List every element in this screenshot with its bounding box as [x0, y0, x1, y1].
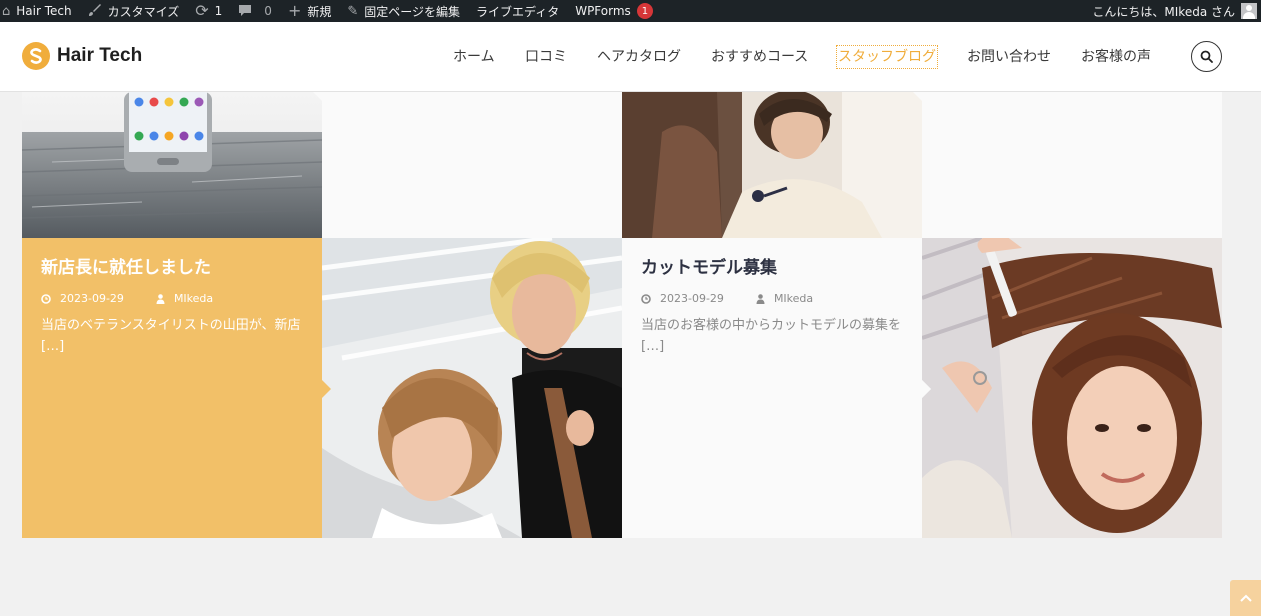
admin-wpforms-label: WPForms	[575, 4, 631, 18]
post-thumbnail-phone[interactable]	[22, 92, 322, 238]
clock-icon	[41, 293, 51, 304]
post-title[interactable]: カットモデル募集	[641, 257, 903, 279]
chevron-up-icon	[1239, 594, 1252, 602]
post-card-new-manager[interactable]: 新店長に就任しました 2023-09-29 MIkeda 当店のベテランスタイリ…	[22, 238, 322, 538]
post-author[interactable]: MIkeda	[756, 292, 813, 305]
salon-photo	[622, 92, 922, 238]
user-icon	[756, 293, 765, 304]
admin-new-label: 新規	[307, 4, 332, 19]
home-icon: ⌂	[2, 3, 11, 19]
admin-live-editor[interactable]: ライブエディタ	[468, 0, 567, 22]
admin-updates-count: 1	[214, 4, 223, 18]
stylist-photo	[322, 238, 622, 538]
admin-edit-page-label: 固定ページを編集	[364, 4, 461, 19]
admin-live-editor-label: ライブエディタ	[476, 4, 560, 19]
user-icon	[156, 293, 165, 304]
admin-site-name[interactable]: ⌂ Hair Tech	[0, 0, 80, 22]
nav-item-staff-blog[interactable]: スタッフブログ	[836, 45, 938, 69]
post-date: 2023-09-29	[660, 292, 724, 305]
post-excerpt: 当店のベテランスタイリストの山田が、新店 […]	[41, 318, 301, 354]
pencil-icon: ✎	[347, 3, 359, 19]
site-header: Hair Tech ホーム 口コミ ヘアカタログ おすすめコース スタッフブログ…	[0, 22, 1261, 92]
admin-updates[interactable]: ⟳ 1	[187, 0, 230, 22]
post-meta: 2023-09-29 MIkeda	[641, 292, 903, 305]
wpforms-notification-badge: 1	[636, 3, 654, 19]
admin-customize-label: カスタマイズ	[107, 4, 180, 19]
avatar	[1241, 3, 1257, 19]
post-thumbnail-haircut[interactable]	[922, 238, 1222, 538]
admin-site-name-label: Hair Tech	[16, 4, 72, 18]
plus-icon: +	[287, 1, 302, 20]
post-author-name: MIkeda	[773, 292, 814, 305]
nav-item-reviews[interactable]: 口コミ	[525, 47, 567, 67]
paintbrush-icon	[88, 3, 102, 20]
admin-my-account[interactable]: こんにちは、MIkeda さん	[1092, 3, 1261, 20]
post-thumbnail-salon[interactable]	[622, 92, 922, 238]
admin-wpforms[interactable]: WPForms 1	[567, 0, 661, 22]
admin-new[interactable]: + 新規	[280, 0, 339, 22]
admin-customize[interactable]: カスタマイズ	[80, 0, 188, 22]
post-card-empty-top	[322, 92, 622, 238]
post-excerpt: 当店のお客様の中からカットモデルの募集を […]	[641, 318, 902, 354]
refresh-icon: ⟳	[195, 1, 209, 20]
admin-comments-count: 0	[264, 4, 272, 18]
comment-icon	[238, 3, 252, 20]
clock-icon	[641, 293, 651, 304]
search-button[interactable]	[1191, 41, 1222, 72]
card-pointer	[313, 92, 331, 101]
haircut-photo	[922, 238, 1222, 538]
back-to-top-button[interactable]	[1230, 580, 1261, 616]
post-card-cut-model[interactable]: カットモデル募集 2023-09-29 MIkeda 当店のお客様の中からカット…	[622, 238, 922, 538]
card-pointer	[322, 380, 331, 398]
post-meta: 2023-09-29 MIkeda	[41, 292, 303, 305]
post-author-name: MIkeda	[173, 292, 214, 305]
card-pointer	[922, 380, 931, 398]
phone-photo	[22, 92, 322, 238]
post-thumbnail-stylist[interactable]	[322, 238, 622, 538]
admin-greeting: こんにちは、MIkeda さん	[1092, 4, 1235, 19]
admin-edit-page[interactable]: ✎ 固定ページを編集	[339, 0, 468, 22]
post-card-empty-top-right	[922, 92, 1222, 238]
nav-item-hair-catalog[interactable]: ヘアカタログ	[597, 47, 681, 67]
post-title[interactable]: 新店長に就任しました	[41, 257, 303, 279]
main-nav: ホーム 口コミ ヘアカタログ おすすめコース スタッフブログ お問い合わせ お客…	[0, 22, 1261, 92]
nav-item-recommended-courses[interactable]: おすすめコース	[711, 47, 808, 67]
search-icon	[1200, 50, 1213, 63]
admin-comments[interactable]: 0	[230, 0, 280, 22]
nav-item-home[interactable]: ホーム	[453, 47, 495, 67]
post-date: 2023-09-29	[60, 292, 124, 305]
post-author[interactable]: MIkeda	[156, 292, 213, 305]
wp-admin-bar: ⌂ Hair Tech カスタマイズ ⟳ 1 0 + 新規 ✎ 固定ページを編集…	[0, 0, 1261, 22]
nav-item-customer-voices[interactable]: お客様の声	[1081, 47, 1151, 67]
nav-item-contact[interactable]: お問い合わせ	[967, 47, 1051, 67]
card-pointer	[913, 92, 931, 101]
